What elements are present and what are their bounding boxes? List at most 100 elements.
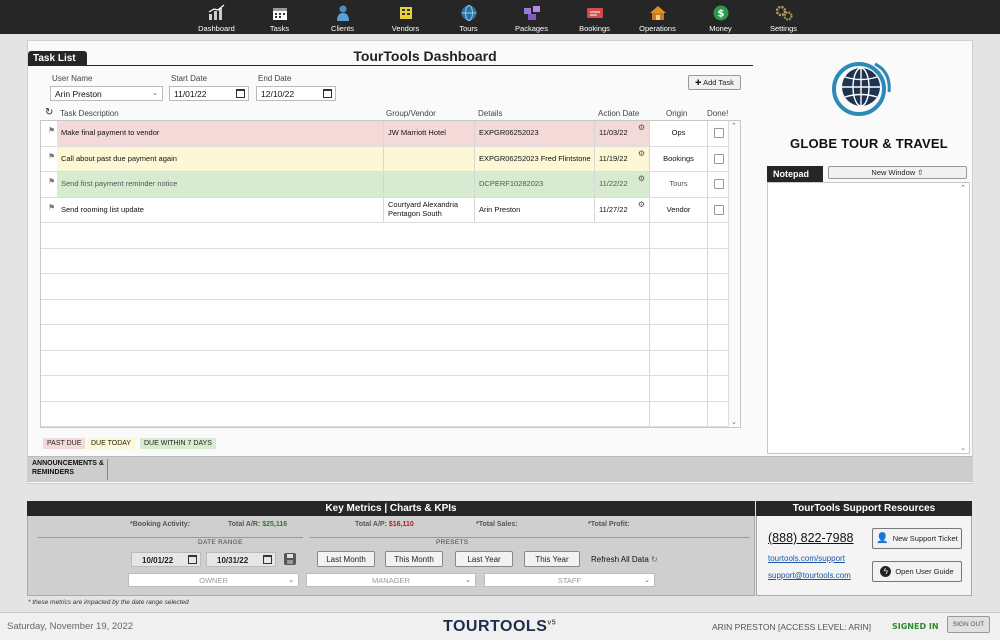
brand-name: GLOBE TOUR & TRAVEL bbox=[790, 136, 948, 151]
table-row bbox=[41, 350, 729, 376]
details-text: DCPERF10282023 bbox=[479, 179, 544, 188]
table-row[interactable]: ⚑ Send first payment reminder notice DCPER… bbox=[41, 172, 729, 198]
manager-select[interactable]: MANAGER ⌄ bbox=[306, 573, 476, 587]
flag-icon[interactable]: ⚑ bbox=[48, 177, 55, 187]
nav-label: Tasks bbox=[269, 24, 290, 33]
table-row[interactable]: ⚑ Make final payment to vendor JW Marriott… bbox=[41, 121, 729, 147]
end-date-input[interactable]: 12/10/22 bbox=[256, 86, 336, 101]
manager-value: MANAGER bbox=[372, 576, 410, 585]
support-email-link[interactable]: support@tourtools.com bbox=[768, 571, 851, 580]
staff-select[interactable]: STAFF ⌄ bbox=[484, 573, 655, 587]
col-done[interactable]: Done! bbox=[707, 109, 728, 118]
gear-icon[interactable]: ⚙ bbox=[638, 149, 645, 159]
sign-out-button[interactable]: SIGN OUT bbox=[947, 616, 990, 633]
scroll-down-icon[interactable]: ⌄ bbox=[960, 444, 966, 452]
user-name-select[interactable]: Arin Preston ⌄ bbox=[50, 86, 163, 101]
notepad-tab[interactable]: Notepad bbox=[767, 166, 823, 182]
nav-bookings[interactable]: Bookings bbox=[563, 0, 626, 34]
col-details[interactable]: Details bbox=[478, 109, 502, 118]
metrics-to-date[interactable]: 10/31/22 bbox=[206, 552, 276, 567]
calendar-icon[interactable] bbox=[263, 555, 272, 564]
nav-dashboard[interactable]: Dashboard bbox=[185, 0, 248, 34]
flag-icon[interactable]: ⚑ bbox=[48, 203, 55, 213]
date-cell: 11/27/22 ⚙ bbox=[595, 197, 650, 222]
save-icon[interactable] bbox=[284, 553, 296, 565]
legend-due-today: DUE TODAY bbox=[87, 438, 136, 449]
guide-label: Open User Guide bbox=[895, 567, 954, 576]
vendor-cell bbox=[384, 146, 475, 171]
scroll-down-icon[interactable]: ⌄ bbox=[731, 418, 737, 426]
new-support-ticket-button[interactable]: 👤 New Support Ticket bbox=[872, 528, 962, 549]
col-task-description[interactable]: Task Description bbox=[60, 109, 119, 118]
empty-cell bbox=[650, 350, 708, 375]
empty-cell bbox=[708, 325, 729, 350]
desc-text: Make final payment to vendor bbox=[61, 128, 160, 137]
footer-logo-text: TOURTOOLS bbox=[443, 618, 548, 635]
this-month-button[interactable]: This Month bbox=[385, 551, 443, 567]
done-cell bbox=[708, 147, 729, 172]
empty-cell bbox=[57, 249, 384, 274]
calendar-icon[interactable] bbox=[188, 555, 197, 564]
scroll-up-icon[interactable]: ⌃ bbox=[960, 184, 966, 192]
to-date-value: 10/31/22 bbox=[217, 556, 249, 565]
gear-icon[interactable]: ⚙ bbox=[638, 200, 645, 210]
done-checkbox[interactable] bbox=[713, 153, 724, 164]
total-ar: Total A/R: $25,116 bbox=[228, 521, 287, 528]
calendar-icon[interactable] bbox=[323, 89, 332, 98]
start-date-input[interactable]: 11/01/22 bbox=[169, 86, 249, 101]
grid-scrollbar[interactable]: ⌃ ⌄ bbox=[728, 121, 740, 427]
nav-tasks[interactable]: Tasks bbox=[248, 0, 311, 34]
end-date-label: End Date bbox=[258, 74, 292, 83]
task-list-tab[interactable]: Task List bbox=[28, 51, 87, 66]
empty-cell bbox=[650, 376, 708, 401]
col-group-vendor[interactable]: Group/Vendor bbox=[386, 109, 436, 118]
col-action-date[interactable]: Action Date bbox=[598, 109, 639, 118]
empty-cell bbox=[650, 248, 708, 273]
support-site-link[interactable]: tourtools.com/support bbox=[768, 554, 845, 563]
footer-user: ARIN PRESTON [ACCESS LEVEL: ARIN] bbox=[712, 622, 872, 632]
done-checkbox[interactable] bbox=[713, 204, 724, 215]
nav-money[interactable]: $ Money bbox=[689, 0, 752, 34]
notepad-textarea[interactable]: ⌃ ⌄ bbox=[767, 182, 970, 454]
date-text: 11/22/22 bbox=[599, 179, 628, 188]
support-title: TourTools Support Resources bbox=[756, 501, 972, 516]
owner-select[interactable]: OWNER ⌄ bbox=[128, 573, 299, 587]
this-year-button[interactable]: This Year bbox=[524, 551, 580, 567]
refresh-icon[interactable]: ↻ bbox=[45, 107, 53, 118]
col-origin[interactable]: Origin bbox=[666, 109, 687, 118]
staff-value: STAFF bbox=[557, 576, 582, 585]
add-task-button[interactable]: ✚ Add Task bbox=[688, 75, 741, 90]
nav-tours[interactable]: Tours bbox=[437, 0, 500, 34]
flag-icon[interactable]: ⚑ bbox=[48, 126, 55, 136]
ticket-icon bbox=[585, 3, 605, 22]
table-row[interactable]: ⚑ Call about past due payment again EXPGR0… bbox=[41, 146, 729, 172]
nav-settings[interactable]: Settings bbox=[752, 0, 815, 34]
gear-icon[interactable]: ⚙ bbox=[638, 123, 645, 133]
metrics-footnote: * these metrics are impacted by the date… bbox=[28, 599, 189, 606]
last-month-button[interactable]: Last Month bbox=[317, 551, 375, 567]
open-user-guide-button[interactable]: ϟ Open User Guide bbox=[872, 561, 962, 582]
refresh-all-data[interactable]: Refresh All Data ↻ bbox=[591, 555, 658, 564]
chevron-down-icon: ⌄ bbox=[152, 90, 158, 97]
nav-clients[interactable]: Clients bbox=[311, 0, 374, 34]
flag-icon[interactable]: ⚑ bbox=[48, 152, 55, 162]
table-row[interactable]: ⚑ Send rooming list update Courtyard Alexa… bbox=[41, 197, 729, 223]
date-cell: 11/03/22 ⚙ bbox=[595, 121, 650, 146]
empty-cell bbox=[595, 325, 650, 350]
done-checkbox[interactable] bbox=[713, 128, 724, 139]
done-checkbox[interactable] bbox=[713, 179, 724, 190]
details-text: EXPGR06252023 bbox=[479, 128, 539, 137]
metrics-from-date[interactable]: 10/01/22 bbox=[131, 552, 201, 567]
gear-icon[interactable]: ⚙ bbox=[638, 174, 645, 184]
empty-cell bbox=[595, 350, 650, 375]
scroll-up-icon[interactable]: ⌃ bbox=[731, 122, 737, 130]
last-year-button[interactable]: Last Year bbox=[455, 551, 513, 567]
nav-operations[interactable]: Operations bbox=[626, 0, 689, 34]
announcements-tab[interactable]: ANNOUNCEMENTS & REMINDERS bbox=[30, 459, 108, 480]
support-phone-link[interactable]: (888) 822-7988 bbox=[768, 531, 853, 545]
new-window-button[interactable]: New Window ⇧ bbox=[828, 166, 967, 179]
nav-packages[interactable]: Packages bbox=[500, 0, 563, 34]
calendar-icon[interactable] bbox=[236, 89, 245, 98]
nav-vendors[interactable]: Vendors bbox=[374, 0, 437, 34]
origin-cell: Ops bbox=[650, 121, 708, 146]
